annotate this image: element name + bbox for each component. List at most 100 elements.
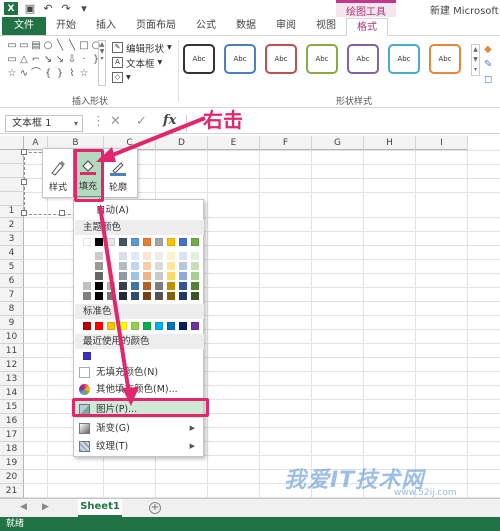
prev-sheet-icon[interactable]: ◀ (20, 502, 27, 512)
theme-shade-swatch[interactable] (107, 292, 115, 300)
theme-shade-swatch[interactable] (143, 282, 151, 290)
redo-icon[interactable]: ↷ (60, 2, 72, 15)
standard-color-swatch[interactable] (143, 322, 151, 330)
undo-icon[interactable]: ↶ (42, 2, 54, 15)
style-button[interactable]: 样式 (43, 149, 73, 197)
formula-bar-resize-icon[interactable]: ⋮ (92, 114, 105, 129)
theme-shade-swatch[interactable] (119, 272, 127, 280)
shape-style-2[interactable]: Abc (224, 44, 256, 74)
shape-style-4[interactable]: Abc (306, 44, 338, 74)
theme-shade-swatch[interactable] (155, 262, 163, 270)
shape-rect-icon[interactable]: ▭ (6, 40, 18, 51)
theme-shade-swatch[interactable] (143, 262, 151, 270)
theme-shade-swatch[interactable] (191, 282, 199, 290)
theme-shade-swatch[interactable] (191, 252, 199, 260)
theme-color-swatch[interactable] (119, 238, 127, 246)
shape-effects-icon[interactable]: ◻ (484, 74, 500, 89)
theme-shade-swatch[interactable] (107, 252, 115, 260)
shape-down-arrow-icon[interactable]: ⇩ (66, 54, 78, 65)
gradient-fill-item[interactable]: 渐变(G) ▶ (74, 420, 203, 437)
resize-handle[interactable] (59, 210, 65, 216)
theme-color-swatch[interactable] (191, 238, 199, 246)
outline-button[interactable]: 轮廓 (103, 149, 133, 197)
row-header-13[interactable]: 13 (0, 372, 24, 386)
shape-outline-icon[interactable]: ✎ (484, 59, 500, 74)
shape-angle-icon[interactable]: ⌐ (30, 54, 42, 65)
row-header-6[interactable]: 6 (0, 274, 24, 288)
theme-color-swatch[interactable] (95, 238, 103, 246)
customize-dropdown-icon[interactable]: ▾ (78, 2, 90, 15)
name-box-dropdown-icon[interactable]: ▾ (74, 116, 78, 131)
standard-color-swatch[interactable] (191, 322, 199, 330)
theme-shade-swatch[interactable] (179, 292, 187, 300)
column-header-H[interactable]: H (364, 136, 416, 150)
row-header-9[interactable]: 9 (0, 316, 24, 330)
enter-icon[interactable]: ✓ (136, 114, 147, 129)
theme-shade-swatch[interactable] (131, 282, 139, 290)
shape-oval-icon[interactable]: ○ (42, 40, 54, 51)
row-header-blank[interactable] (0, 192, 24, 206)
shape-wave-icon[interactable]: ⌇ (66, 68, 78, 79)
theme-shade-swatch[interactable] (179, 282, 187, 290)
column-header-E[interactable]: E (208, 136, 260, 150)
theme-shade-swatch[interactable] (119, 262, 127, 270)
column-header-D[interactable]: D (156, 136, 208, 150)
texture-fill-item[interactable]: 纹理(T) ▶ (74, 438, 203, 455)
theme-shade-swatch[interactable] (95, 252, 103, 260)
shape-textbox-icon[interactable]: ▤ (30, 40, 42, 51)
theme-shade-swatch[interactable] (179, 262, 187, 270)
theme-shade-swatch[interactable] (83, 272, 91, 280)
theme-shade-swatch[interactable] (155, 292, 163, 300)
theme-shade-swatch[interactable] (83, 262, 91, 270)
theme-shade-swatch[interactable] (119, 292, 127, 300)
theme-color-swatch[interactable] (83, 238, 91, 246)
sheet-tab-sheet1[interactable]: Sheet1 (78, 499, 122, 517)
theme-shade-swatch[interactable] (95, 292, 103, 300)
theme-shade-swatch[interactable] (95, 262, 103, 270)
shape-line-icon[interactable]: ╲ (54, 40, 66, 51)
tab-data[interactable]: 数据 (226, 17, 266, 35)
edit-shape-button[interactable]: ✎ 编辑形状 ▾ (112, 40, 182, 55)
resize-handle[interactable] (21, 179, 27, 185)
theme-shade-swatch[interactable] (95, 272, 103, 280)
shape-arrow2-icon[interactable]: ↘ (54, 54, 66, 65)
row-header-8[interactable]: 8 (0, 302, 24, 316)
theme-color-swatch[interactable] (179, 238, 187, 246)
standard-color-swatch[interactable] (95, 322, 103, 330)
row-header-17[interactable]: 17 (0, 428, 24, 442)
theme-color-swatch[interactable] (155, 238, 163, 246)
tab-file[interactable]: 文件 (2, 17, 46, 35)
theme-shade-swatch[interactable] (83, 292, 91, 300)
tab-formulas[interactable]: 公式 (186, 17, 226, 35)
theme-shade-swatch[interactable] (191, 292, 199, 300)
row-header-4[interactable]: 4 (0, 246, 24, 260)
theme-color-swatch[interactable] (131, 238, 139, 246)
theme-shade-swatch[interactable] (107, 282, 115, 290)
standard-color-swatch[interactable] (179, 322, 187, 330)
shape-rect2-icon[interactable]: ▭ (18, 40, 30, 51)
shape-style-5[interactable]: Abc (347, 44, 379, 74)
theme-shade-swatch[interactable] (179, 272, 187, 280)
tab-home[interactable]: 开始 (46, 17, 86, 35)
shape-star-icon[interactable]: ☆ (6, 68, 18, 79)
shape-star2-icon[interactable]: ☆ (78, 68, 90, 79)
shape-brace2-icon[interactable]: } (54, 68, 66, 79)
theme-color-swatch[interactable] (167, 238, 175, 246)
standard-color-swatch[interactable] (131, 322, 139, 330)
theme-shade-swatch[interactable] (179, 252, 187, 260)
column-header-I[interactable]: I (416, 136, 468, 150)
theme-shade-swatch[interactable] (131, 292, 139, 300)
select-all-corner[interactable] (0, 136, 24, 150)
shape-arc-icon[interactable]: ⌒ (30, 68, 42, 79)
name-box[interactable]: 文本框 1 ▾ (5, 115, 83, 132)
shape-bracket-icon[interactable]: { (42, 68, 54, 79)
text-box-button[interactable]: A 文本框 ▾ (112, 55, 182, 70)
auto-fill-item[interactable]: 自动(A) (74, 202, 203, 219)
theme-shade-swatch[interactable] (131, 252, 139, 260)
save-icon[interactable]: ▣ (24, 2, 36, 15)
theme-shade-swatch[interactable] (155, 272, 163, 280)
row-header-18[interactable]: 18 (0, 442, 24, 456)
row-header-7[interactable]: 7 (0, 288, 24, 302)
row-header-10[interactable]: 10 (0, 330, 24, 344)
shape-curve-icon[interactable]: ∿ (18, 68, 30, 79)
